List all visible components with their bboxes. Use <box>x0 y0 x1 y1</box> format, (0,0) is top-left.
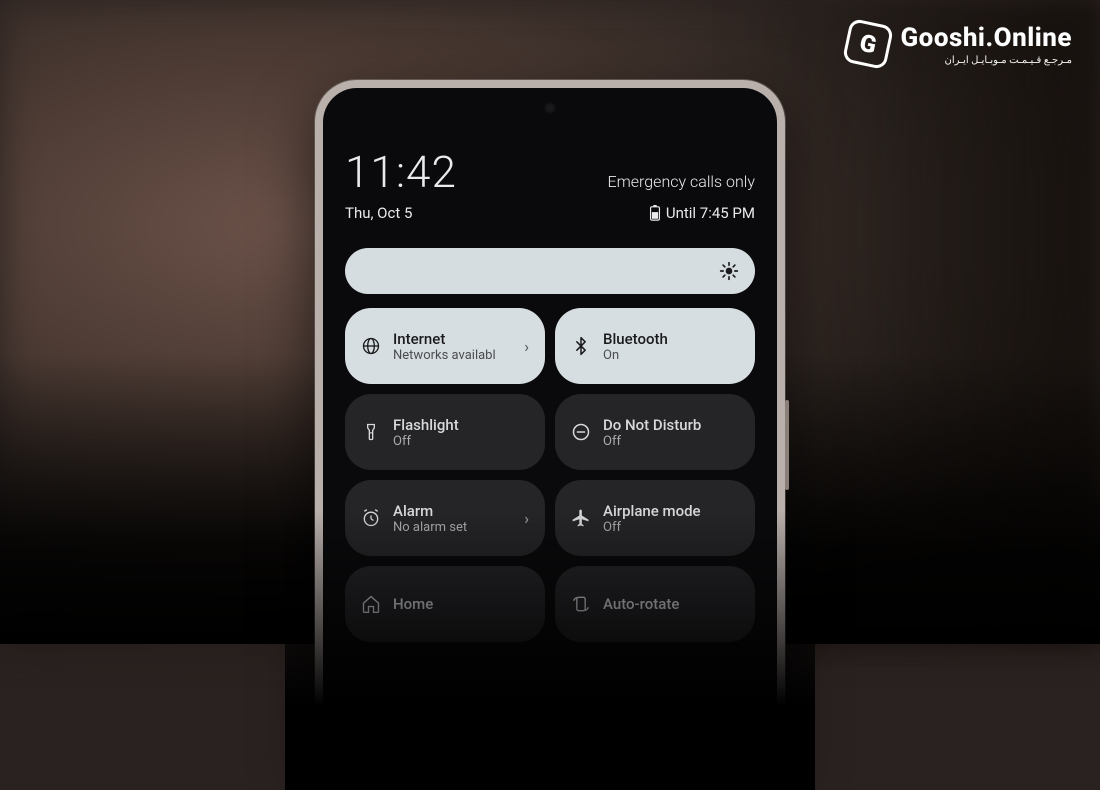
tile-text: Do Not DisturbOff <box>603 416 739 449</box>
tile-subtitle: Off <box>393 434 529 449</box>
battery-estimate: Until 7:45 PM <box>649 204 755 222</box>
dnd-icon <box>571 422 591 442</box>
tile-text: Home <box>393 595 529 613</box>
qs-tile-bluetooth[interactable]: BluetoothOn <box>555 308 755 384</box>
battery-until-text: Until 7:45 PM <box>666 204 755 222</box>
tile-text: AlarmNo alarm set <box>393 502 512 535</box>
phone-frame: 11:42 Emergency calls only Thu, Oct 5 Un… <box>315 80 785 780</box>
chevron-right-icon: › <box>524 509 529 528</box>
qs-tile-alarm[interactable]: AlarmNo alarm set › <box>345 480 545 556</box>
battery-icon <box>649 205 661 221</box>
tile-text: Airplane modeOff <box>603 502 739 535</box>
clock-time: 11:42 <box>345 146 457 198</box>
status-row-2: Thu, Oct 5 Until 7:45 PM <box>345 204 755 222</box>
tile-subtitle: On <box>603 348 739 363</box>
phone-screen: 11:42 Emergency calls only Thu, Oct 5 Un… <box>323 88 777 772</box>
tile-title: Internet <box>393 330 512 348</box>
tile-title: Alarm <box>393 502 512 520</box>
date-label: Thu, Oct 5 <box>345 204 412 222</box>
qs-tile-autorotate[interactable]: Auto-rotate <box>555 566 755 642</box>
brightness-slider[interactable] <box>345 248 755 294</box>
watermark-text: Gooshi.Online مـرجـع قـیـمـت مـوبـایـل ا… <box>900 23 1072 66</box>
qs-tile-airplane[interactable]: Airplane modeOff <box>555 480 755 556</box>
tile-subtitle: Networks availabl <box>393 348 512 363</box>
tile-title: Home <box>393 595 529 613</box>
qs-tile-flashlight[interactable]: FlashlightOff <box>345 394 545 470</box>
watermark-icon-letter: G <box>858 29 880 60</box>
rotate-icon <box>571 594 591 614</box>
tile-subtitle: Off <box>603 520 739 535</box>
tile-text: FlashlightOff <box>393 416 529 449</box>
tile-text: InternetNetworks availabl <box>393 330 512 363</box>
emergency-label: Emergency calls only <box>607 172 755 191</box>
tile-subtitle: No alarm set <box>393 520 512 535</box>
airplane-icon <box>571 508 591 528</box>
tile-text: BluetoothOn <box>603 330 739 363</box>
tile-title: Airplane mode <box>603 502 739 520</box>
home-icon <box>361 594 381 614</box>
punch-hole-camera <box>544 102 556 114</box>
flashlight-icon <box>361 422 381 442</box>
watermark-logo: G Gooshi.Online مـرجـع قـیـمـت مـوبـایـل… <box>846 22 1072 66</box>
status-row-1: 11:42 Emergency calls only <box>345 146 755 198</box>
globe-icon <box>361 336 381 356</box>
tile-title: Bluetooth <box>603 330 739 348</box>
tile-title: Flashlight <box>393 416 529 434</box>
quick-settings-grid: InternetNetworks availabl › BluetoothOn Fla… <box>345 308 755 642</box>
qs-tile-home[interactable]: Home <box>345 566 545 642</box>
watermark-title: Gooshi.Online <box>900 23 1072 53</box>
watermark-subtitle: مـرجـع قـیـمـت مـوبـایـل ایـران <box>945 55 1073 66</box>
brightness-icon <box>719 261 739 281</box>
chevron-right-icon: › <box>524 337 529 356</box>
tile-title: Auto-rotate <box>603 595 739 613</box>
tile-subtitle: Off <box>603 434 739 449</box>
watermark-icon: G <box>842 18 894 70</box>
tile-title: Do Not Disturb <box>603 416 739 434</box>
qs-tile-dnd[interactable]: Do Not DisturbOff <box>555 394 755 470</box>
tile-text: Auto-rotate <box>603 595 739 613</box>
qs-tile-internet[interactable]: InternetNetworks availabl › <box>345 308 545 384</box>
alarm-icon <box>361 508 381 528</box>
bluetooth-icon <box>571 336 591 356</box>
